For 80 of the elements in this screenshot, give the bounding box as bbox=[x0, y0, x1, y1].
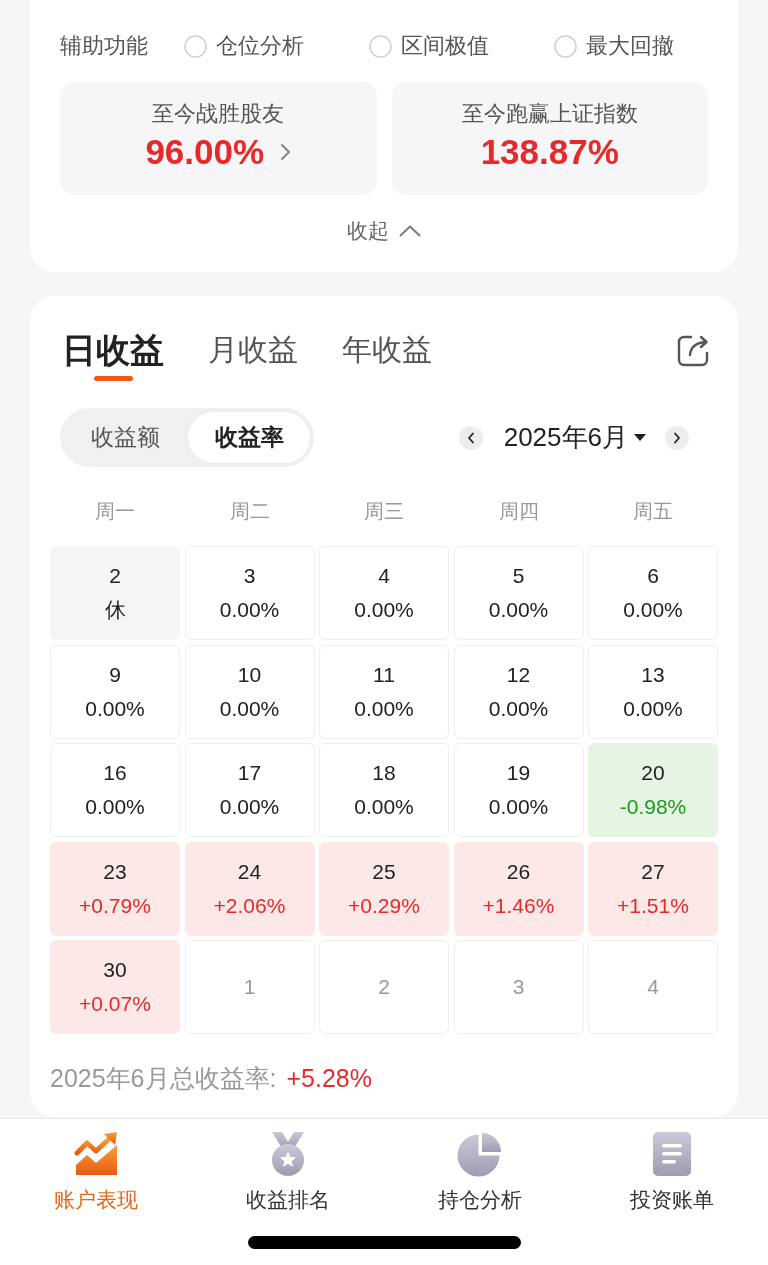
day-number: 4 bbox=[647, 974, 659, 1000]
radio-option[interactable]: 区间极值 bbox=[369, 31, 489, 61]
day-number: 13 bbox=[641, 661, 665, 688]
segment-button[interactable]: 收益率 bbox=[188, 412, 310, 463]
weekday-label: 周二 bbox=[229, 499, 270, 524]
daily-return: 0.00% bbox=[219, 794, 280, 820]
tab[interactable]: 日收益 bbox=[62, 330, 164, 381]
daily-return: +0.07% bbox=[79, 991, 151, 1017]
daily-return: 0.00% bbox=[623, 695, 683, 722]
daily-return: 0.00% bbox=[219, 597, 280, 623]
day-number: 18 bbox=[372, 760, 396, 786]
day-number: 12 bbox=[506, 661, 531, 688]
daily-return: 0.00% bbox=[354, 597, 414, 623]
weekday-label: 周四 bbox=[498, 499, 539, 524]
stat-value: 138.87% bbox=[480, 131, 619, 173]
nav-tab[interactable]: 投资账单 bbox=[630, 1131, 714, 1215]
daily-return: +1.46% bbox=[482, 892, 555, 919]
summary-value: +5.28% bbox=[286, 1063, 372, 1093]
daily-return: 0.00% bbox=[85, 695, 145, 722]
pie-chart-icon bbox=[457, 1131, 503, 1177]
day-number: 24 bbox=[237, 858, 262, 885]
daily-return: 休 bbox=[104, 597, 126, 623]
chevron-left-icon bbox=[466, 431, 475, 444]
tab[interactable]: 年收益 bbox=[342, 330, 432, 381]
nav-tab[interactable]: 收益排名 bbox=[246, 1131, 330, 1215]
daily-return: +1.51% bbox=[617, 892, 689, 919]
chevron-up-icon bbox=[399, 225, 421, 237]
stat-value: 96.00% bbox=[145, 131, 265, 173]
daily-return: 0.00% bbox=[488, 794, 549, 820]
day-number: 16 bbox=[103, 760, 127, 786]
day-number: 23 bbox=[103, 858, 127, 885]
nav-tab[interactable]: 持仓分析 bbox=[438, 1131, 522, 1215]
day-number: 19 bbox=[506, 760, 531, 786]
day-number: 2 bbox=[109, 563, 121, 589]
day-number: 11 bbox=[373, 661, 395, 688]
collapse-button[interactable]: 收起 bbox=[347, 213, 421, 249]
feature-label: 辅助功能 bbox=[60, 32, 148, 60]
previous-month-button[interactable] bbox=[458, 425, 483, 450]
day-number: 10 bbox=[237, 661, 262, 688]
share-icon[interactable] bbox=[676, 334, 710, 368]
day-number: 20 bbox=[641, 760, 665, 786]
daily-return: 0.00% bbox=[488, 695, 549, 722]
tab[interactable]: 月收益 bbox=[208, 330, 298, 381]
daily-return: +0.79% bbox=[79, 892, 151, 919]
daily-return: +2.06% bbox=[213, 892, 286, 919]
day-number: 25 bbox=[372, 858, 396, 885]
weekday-label: 周一 bbox=[95, 499, 135, 524]
radio-option[interactable]: 仓位分析 bbox=[184, 31, 304, 61]
day-number: 6 bbox=[647, 563, 659, 589]
day-number: 5 bbox=[512, 563, 525, 589]
segment-button[interactable]: 收益额 bbox=[64, 412, 186, 463]
trend-chart-icon bbox=[73, 1131, 119, 1177]
day-number: 9 bbox=[109, 661, 121, 688]
month-picker[interactable]: 2025年6月 bbox=[503, 420, 646, 455]
caret-down-icon bbox=[634, 434, 646, 441]
daily-return: -0.98% bbox=[619, 794, 687, 820]
daily-return: 0.00% bbox=[219, 695, 280, 722]
day-number: 30 bbox=[103, 957, 127, 983]
stat-label: 至今战胜股友 bbox=[152, 100, 285, 128]
day-number: 3 bbox=[512, 974, 525, 1000]
daily-return: 0.00% bbox=[354, 794, 414, 820]
chevron-right-icon bbox=[673, 431, 681, 444]
daily-return: 0.00% bbox=[623, 597, 683, 623]
day-number: 26 bbox=[506, 858, 531, 885]
day-number: 27 bbox=[641, 858, 665, 885]
daily-return: 0.00% bbox=[488, 597, 549, 623]
day-number: 1 bbox=[243, 974, 256, 1000]
daily-return: +0.29% bbox=[348, 892, 420, 919]
summary-label: 2025年6月总收益率: bbox=[50, 1062, 277, 1094]
daily-return: 0.00% bbox=[354, 695, 414, 722]
next-month-button[interactable] bbox=[665, 425, 689, 450]
day-number: 17 bbox=[237, 760, 262, 786]
day-number: 4 bbox=[378, 563, 390, 589]
radio-option[interactable]: 最大回撤 bbox=[554, 31, 674, 61]
stat-label: 至今跑赢上证指数 bbox=[461, 100, 638, 128]
weekday-label: 周五 bbox=[633, 499, 673, 524]
daily-return: 0.00% bbox=[85, 794, 145, 820]
day-number: 3 bbox=[243, 563, 256, 589]
day-number: 2 bbox=[378, 974, 390, 1000]
weekday-label: 周三 bbox=[364, 499, 404, 524]
